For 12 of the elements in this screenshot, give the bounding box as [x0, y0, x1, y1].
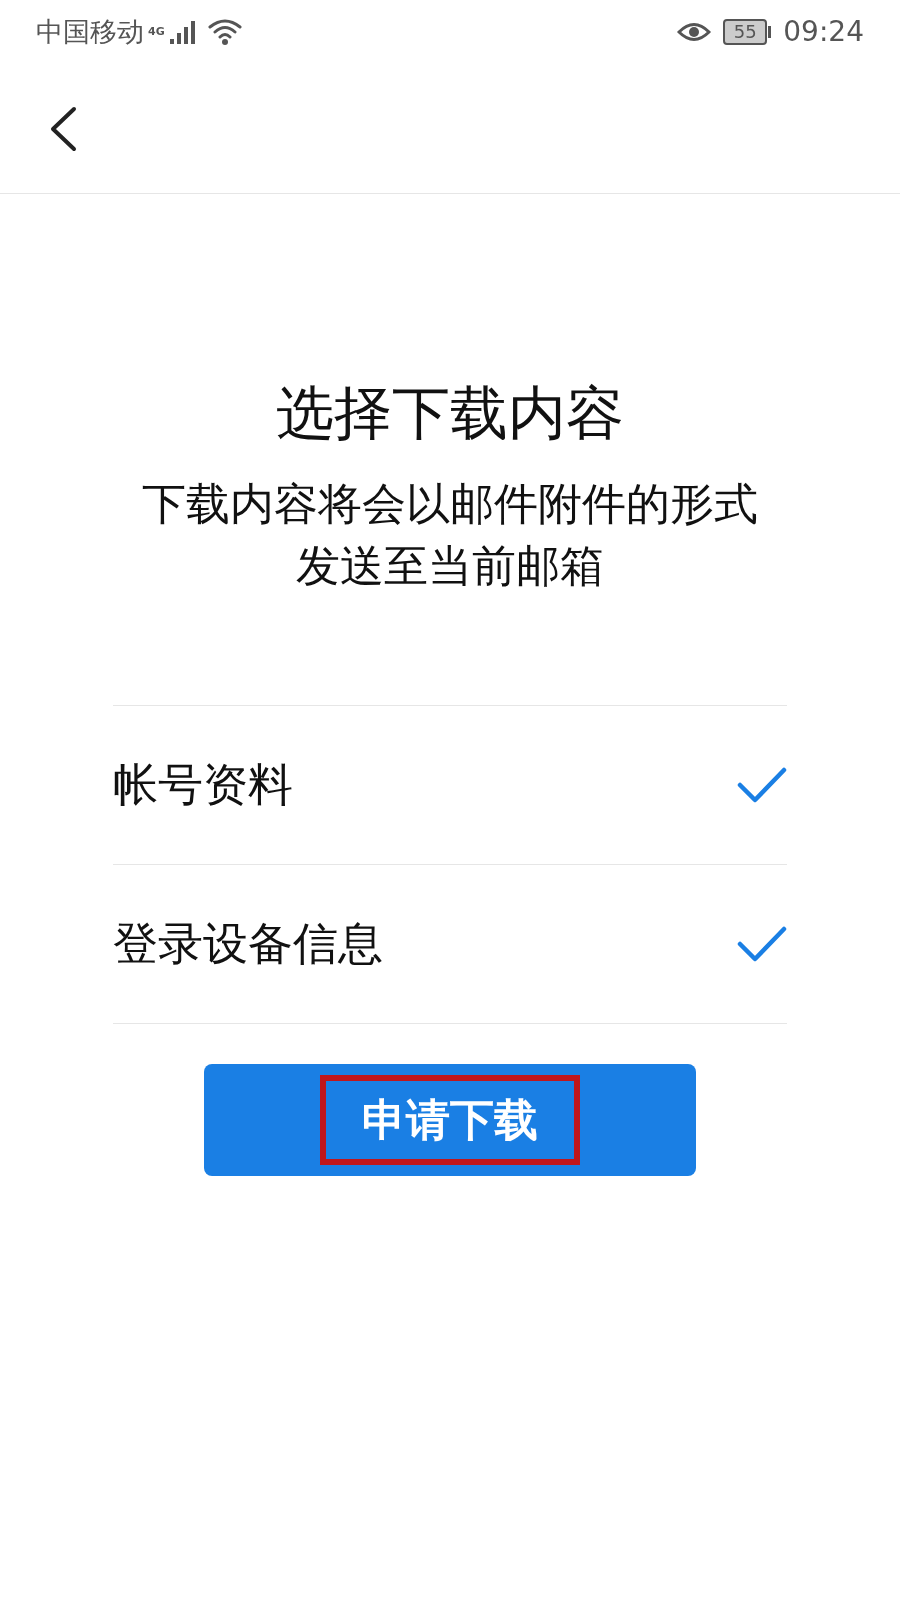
wifi-icon: [206, 17, 243, 47]
apply-download-button[interactable]: 申请下载: [204, 1064, 696, 1176]
description-text: 下载内容将会以邮件附件的形式: [142, 477, 758, 531]
option-row[interactable]: 帐号资料: [113, 706, 787, 865]
highlight-frame: 申请下载: [320, 1075, 580, 1165]
description-text: 发送至当前邮箱: [296, 539, 604, 593]
network-type: 4G: [148, 23, 165, 40]
carrier-name: 中国移动: [36, 14, 144, 49]
option-row[interactable]: 登录设备信息: [113, 865, 787, 1024]
eye-icon: [677, 21, 712, 43]
clock-time: 09:24: [783, 14, 864, 50]
page-title: 选择下载内容: [276, 378, 624, 449]
